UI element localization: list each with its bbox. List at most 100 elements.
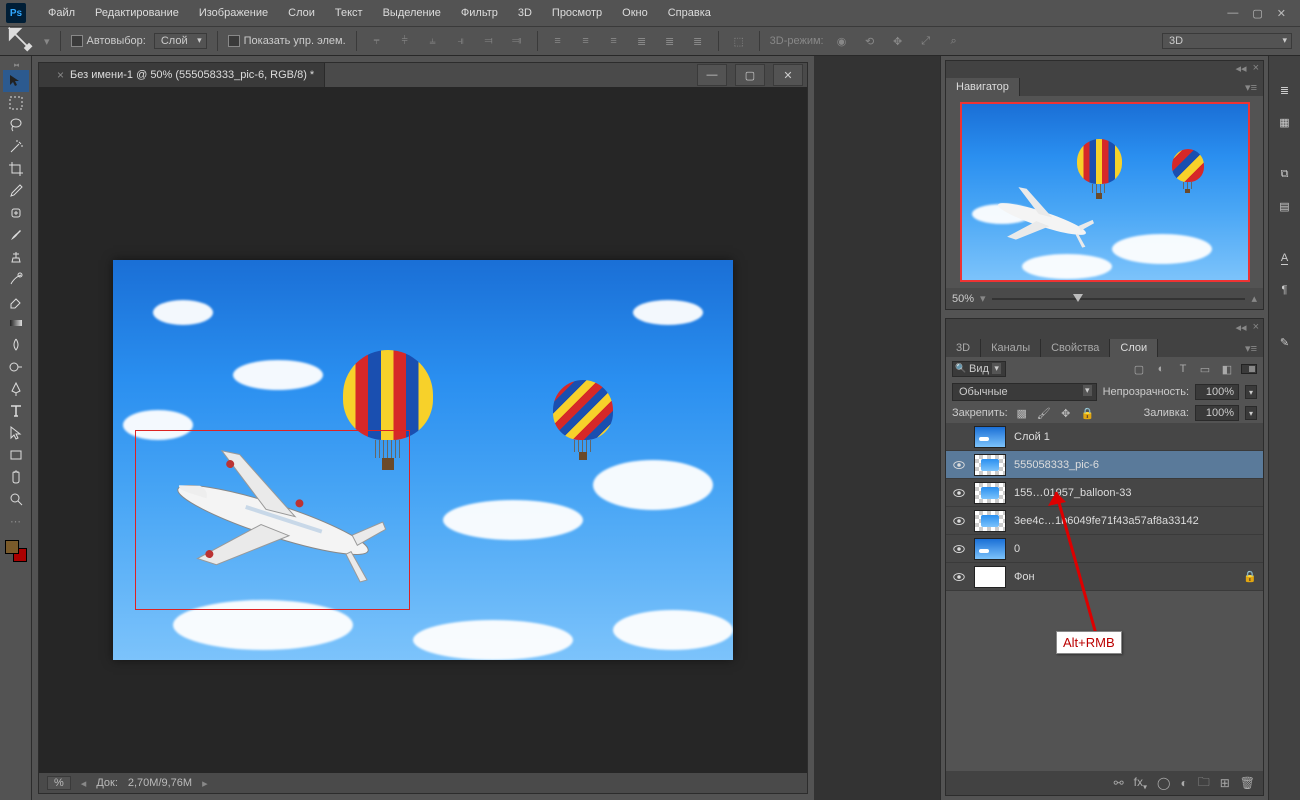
panel-close-icon[interactable]: × [1253, 321, 1259, 333]
filter-pixel-icon[interactable]: ▢ [1131, 363, 1147, 376]
visibility-toggle-icon[interactable] [952, 486, 966, 500]
strip-color-icon[interactable]: ⧉ [1273, 162, 1297, 186]
link-layers-icon[interactable]: ⚯ [1114, 776, 1124, 790]
rectangle-tool[interactable] [3, 444, 29, 466]
active-tool-preset-icon[interactable] [8, 30, 36, 52]
layer-name[interactable]: Фон [1014, 571, 1235, 583]
menu-layer[interactable]: Слои [278, 7, 325, 19]
layer-style-icon[interactable]: fx▾ [1134, 775, 1147, 791]
menu-help[interactable]: Справка [658, 7, 721, 19]
layer-row[interactable]: 3ee4c…1b6049fe71f43a57af8a33142 [946, 507, 1263, 535]
autoselect-target-select[interactable]: Слой [154, 33, 207, 49]
show-transform-controls-checkbox[interactable]: Показать упр. элем. [228, 35, 346, 47]
opacity-field[interactable]: 100% [1195, 384, 1239, 400]
layer-row[interactable]: Слой 1 [946, 423, 1263, 451]
navigator-tab[interactable]: Навигатор [946, 78, 1020, 96]
zoom-out-icon[interactable]: ▾ [980, 292, 986, 305]
visibility-toggle-icon[interactable] [952, 430, 966, 444]
navigator-zoom-value[interactable]: 50% [952, 293, 974, 305]
hand-tool[interactable] [3, 466, 29, 488]
filter-shape-icon[interactable]: ▭ [1197, 363, 1213, 376]
document-tab[interactable]: × Без имени-1 @ 50% (555058333_pic-6, RG… [39, 63, 325, 87]
status-zoom[interactable]: % [47, 776, 71, 790]
zoom-in-icon[interactable]: ▴ [1251, 292, 1257, 305]
gradient-tool[interactable] [3, 312, 29, 334]
brush-tool[interactable] [3, 224, 29, 246]
healing-brush-tool[interactable] [3, 202, 29, 224]
filter-adjustment-icon[interactable]: ◐ [1153, 363, 1169, 376]
new-layer-icon[interactable]: ⊞ [1220, 776, 1230, 790]
layer-name[interactable]: Слой 1 [1014, 431, 1257, 443]
menu-3d[interactable]: 3D [508, 7, 542, 19]
window-minimize-icon[interactable]: — [1227, 7, 1238, 20]
zoom-tool[interactable] [3, 488, 29, 510]
align-left-icon[interactable]: ⫣ [451, 31, 471, 51]
strip-character-icon[interactable]: A [1273, 246, 1297, 270]
layer-thumbnail[interactable] [974, 426, 1006, 448]
magic-wand-tool[interactable] [3, 136, 29, 158]
3d-orbit-icon[interactable]: ◉ [832, 31, 852, 51]
filter-type-icon[interactable]: T [1175, 363, 1191, 376]
foreground-background-colors[interactable] [3, 538, 29, 564]
blur-tool[interactable] [3, 334, 29, 356]
layer-thumbnail[interactable] [974, 482, 1006, 504]
3d-roll-icon[interactable]: ⟲ [860, 31, 880, 51]
lock-transparent-icon[interactable]: ▩ [1014, 407, 1030, 420]
panel-menu-icon[interactable]: ▾≡ [1239, 340, 1263, 357]
distribute-hcenter-icon[interactable]: ≣ [660, 31, 680, 51]
layer-thumbnail[interactable] [974, 538, 1006, 560]
layer-name[interactable]: 0 [1014, 543, 1257, 555]
strip-tool-presets-icon[interactable]: ✎ [1273, 330, 1297, 354]
foreground-color-swatch[interactable] [5, 540, 19, 554]
layer-filter-kind-select[interactable]: Вид [952, 361, 1006, 377]
lock-position-icon[interactable]: ✥ [1058, 407, 1074, 420]
layer-thumbnail[interactable] [974, 454, 1006, 476]
align-hcenter-icon[interactable]: ⫤ [479, 31, 499, 51]
lock-image-icon[interactable]: 🖌 [1036, 407, 1052, 420]
visibility-toggle-icon[interactable] [952, 458, 966, 472]
menu-file[interactable]: Файл [38, 7, 85, 19]
window-close-icon[interactable]: ✕ [1277, 7, 1286, 20]
layer-row[interactable]: 555058333_pic-6 [946, 451, 1263, 479]
path-selection-tool[interactable] [3, 422, 29, 444]
auto-align-icon[interactable]: ⬚ [729, 31, 749, 51]
doc-minimize-icon[interactable]: — [697, 64, 727, 86]
doc-close-icon[interactable]: ✕ [773, 64, 803, 86]
layer-mask-icon[interactable]: ◯ [1157, 776, 1170, 790]
history-brush-tool[interactable] [3, 268, 29, 290]
navigator-zoom-slider[interactable] [992, 294, 1246, 304]
type-tool[interactable] [3, 400, 29, 422]
clone-stamp-tool[interactable] [3, 246, 29, 268]
visibility-toggle-icon[interactable] [952, 514, 966, 528]
autoselect-checkbox[interactable]: Автовыбор: [71, 35, 146, 47]
doc-maximize-icon[interactable]: ▢ [735, 64, 765, 86]
align-vcenter-icon[interactable]: ⫩ [395, 31, 415, 51]
new-group-icon[interactable]: 🗀 [1198, 773, 1210, 794]
toolbox-grip-icon[interactable] [0, 60, 31, 70]
menu-type[interactable]: Текст [325, 7, 373, 19]
filter-smart-icon[interactable]: ◧ [1219, 363, 1235, 376]
tab-channels[interactable]: Каналы [981, 339, 1041, 357]
layer-name[interactable]: 155…01957_balloon-33 [1014, 487, 1257, 499]
layer-row[interactable]: Фон🔒 [946, 563, 1263, 591]
strip-paragraph-icon[interactable]: ¶ [1273, 278, 1297, 302]
dodge-tool[interactable] [3, 356, 29, 378]
move-tool[interactable] [3, 70, 29, 92]
layer-row[interactable]: 0 [946, 535, 1263, 563]
strip-swatches-icon[interactable]: ▤ [1273, 194, 1297, 218]
status-flyout-icon[interactable]: ▸ [202, 777, 208, 790]
panel-collapse-icon[interactable]: ◂◂ [1236, 321, 1247, 334]
menu-filter[interactable]: Фильтр [451, 7, 508, 19]
lock-all-icon[interactable]: 🔒 [1080, 407, 1096, 420]
canvas[interactable] [113, 260, 733, 660]
3d-pan-icon[interactable]: ✥ [888, 31, 908, 51]
layer-name[interactable]: 555058333_pic-6 [1014, 459, 1257, 471]
align-bottom-icon[interactable]: ⫨ [423, 31, 443, 51]
tab-layers[interactable]: Слои [1110, 339, 1158, 357]
new-fill-adjust-icon[interactable]: ◐ [1180, 776, 1187, 790]
distribute-top-icon[interactable]: ≡ [548, 31, 568, 51]
crop-tool[interactable] [3, 158, 29, 180]
tab-3d[interactable]: 3D [946, 339, 981, 357]
eraser-tool[interactable] [3, 290, 29, 312]
fill-field[interactable]: 100% [1195, 405, 1239, 421]
